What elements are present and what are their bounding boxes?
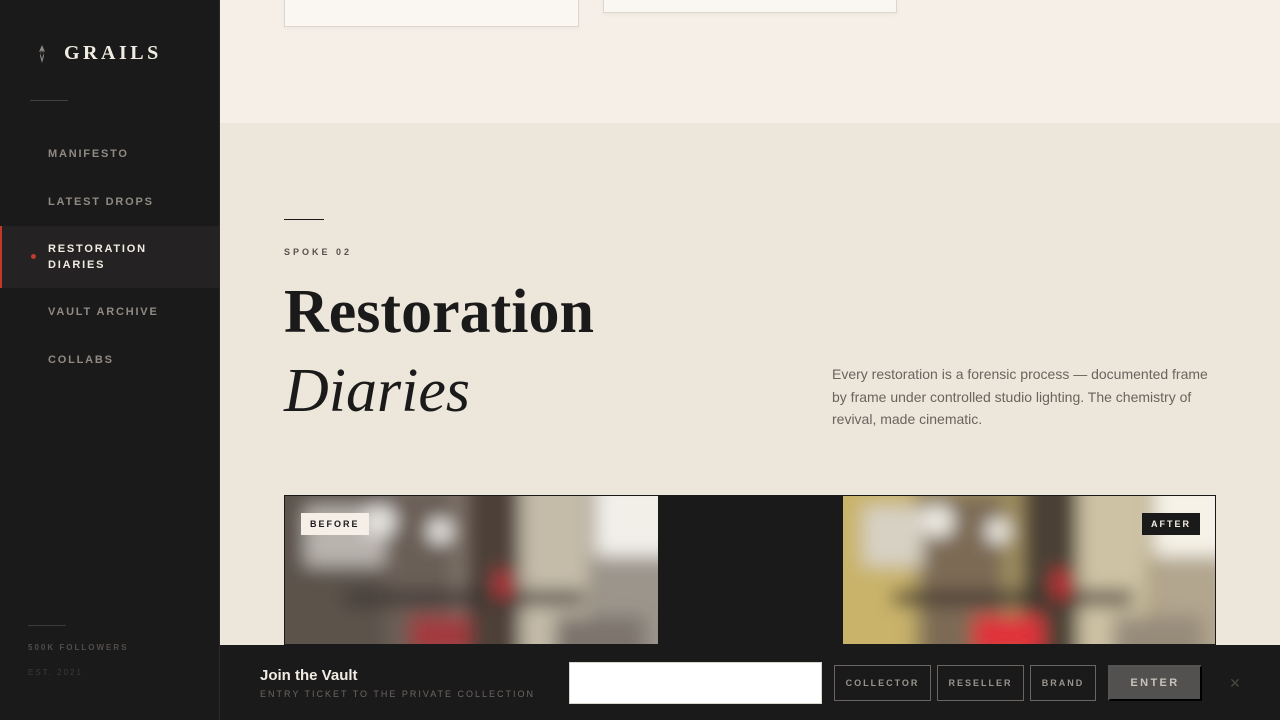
sidebar: GRAILS MANIFESTO LATEST DROPS RESTORATIO…: [0, 0, 220, 720]
nav-item-label: VAULT ARCHIVE: [48, 306, 159, 318]
enter-button[interactable]: ENTER: [1108, 665, 1202, 701]
nav-item-collabs[interactable]: COLLABS: [0, 336, 219, 384]
vault-title: Join the Vault: [260, 667, 358, 684]
segment-brand-button[interactable]: BRAND: [1030, 665, 1096, 701]
after-photo: AFTER: [843, 496, 1215, 644]
nav-item-vault-archive[interactable]: VAULT ARCHIVE: [0, 288, 219, 336]
main-nav: MANIFESTO LATEST DROPS RESTORATION DIARI…: [0, 130, 219, 384]
section-title-italic: Diaries: [284, 357, 470, 425]
product-card[interactable]: [284, 0, 579, 27]
before-label: BEFORE: [301, 513, 369, 535]
active-indicator-dot: [31, 254, 36, 259]
section-description: Every restoration is a forensic process …: [832, 366, 1208, 427]
join-vault-bar: Join the Vault ENTRY TICKET TO THE PRIVA…: [220, 645, 1280, 720]
close-icon[interactable]: ✕: [1225, 673, 1245, 693]
divider: [30, 100, 68, 101]
before-after-comparison[interactable]: BEFORE AFTER: [284, 495, 1216, 645]
divider: [28, 625, 66, 626]
nav-item-latest-drops[interactable]: LATEST DROPS: [0, 178, 219, 226]
nav-item-restoration-diaries[interactable]: RESTORATION DIARIES: [0, 226, 219, 288]
segment-reseller-button[interactable]: RESELLER: [937, 665, 1024, 701]
segment-collector-button[interactable]: COLLECTOR: [834, 665, 931, 701]
nav-item-label: COLLABS: [48, 354, 114, 366]
product-card[interactable]: [603, 0, 897, 13]
vault-subtitle: ENTRY TICKET TO THE PRIVATE COLLECTION: [260, 689, 536, 699]
nav-item-label: MANIFESTO: [48, 148, 129, 160]
brand[interactable]: GRAILS: [36, 42, 162, 65]
nav-item-manifesto[interactable]: MANIFESTO: [0, 130, 219, 178]
vault-email-input[interactable]: [569, 662, 822, 704]
established-year: EST. 2021: [28, 668, 83, 677]
brand-name: GRAILS: [64, 42, 162, 64]
before-photo: BEFORE: [285, 496, 658, 644]
nav-item-label: RESTORATION DIARIES: [48, 243, 147, 271]
flame-logo-icon: [39, 44, 45, 63]
section-title: Restoration: [284, 278, 594, 346]
nav-item-label: LATEST DROPS: [48, 196, 154, 208]
after-label: AFTER: [1142, 513, 1200, 535]
section-kicker: SPOKE 02: [284, 247, 353, 257]
section-rule: [284, 219, 324, 220]
followers-count: 500K FOLLOWERS: [28, 643, 129, 652]
